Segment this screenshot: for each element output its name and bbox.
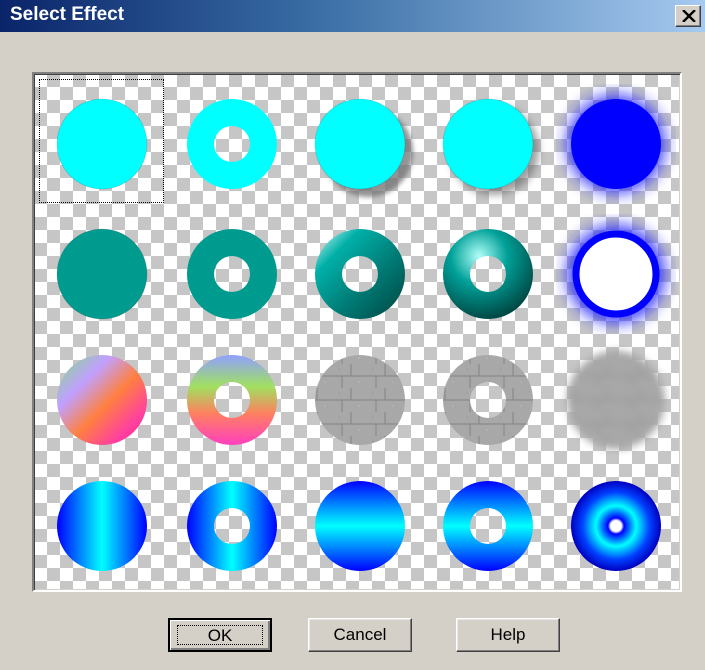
circle-swatch xyxy=(57,355,147,445)
effect-option[interactable] xyxy=(300,466,420,586)
help-button[interactable]: Help xyxy=(456,618,560,652)
circle-swatch xyxy=(315,355,405,445)
help-button-label: Help xyxy=(490,625,526,644)
close-button[interactable] xyxy=(675,5,701,27)
effect-option[interactable] xyxy=(428,84,548,204)
ring-swatch xyxy=(315,229,405,319)
close-icon xyxy=(682,10,696,22)
effect-option[interactable] xyxy=(172,214,292,334)
ring-swatch xyxy=(187,99,277,189)
effect-option[interactable] xyxy=(42,466,162,586)
select-effect-dialog: Select Effect OK Cancel Help xyxy=(0,0,705,670)
circle-swatch xyxy=(314,98,413,197)
effect-option[interactable] xyxy=(556,84,676,204)
effect-option[interactable] xyxy=(556,214,676,334)
circle-swatch xyxy=(567,95,665,193)
effect-option[interactable] xyxy=(300,340,420,460)
effect-option[interactable] xyxy=(300,214,420,334)
ring-swatch xyxy=(443,355,533,445)
effect-option[interactable] xyxy=(428,214,548,334)
effect-grid xyxy=(32,72,682,592)
ring-swatch xyxy=(443,481,533,571)
effect-option[interactable] xyxy=(172,84,292,204)
circle-swatch xyxy=(315,481,405,571)
window-title: Select Effect xyxy=(10,4,125,25)
circle-swatch xyxy=(442,98,539,195)
circle-swatch xyxy=(567,351,665,449)
effect-option[interactable] xyxy=(42,84,162,204)
ring-swatch xyxy=(187,229,277,319)
ok-button[interactable]: OK xyxy=(168,618,272,652)
effect-option[interactable] xyxy=(556,466,676,586)
effect-option[interactable] xyxy=(428,340,548,460)
effect-option[interactable] xyxy=(172,340,292,460)
circle-swatch xyxy=(56,98,148,190)
ring-swatch xyxy=(187,481,277,571)
effect-option[interactable] xyxy=(42,340,162,460)
effect-option[interactable] xyxy=(42,214,162,334)
ring-swatch xyxy=(567,225,665,323)
circle-swatch xyxy=(571,481,661,571)
cancel-button-label: Cancel xyxy=(333,625,387,644)
title-bar[interactable]: Select Effect xyxy=(0,0,705,32)
ok-button-label: OK xyxy=(207,626,233,645)
circle-swatch xyxy=(57,481,147,571)
ring-swatch xyxy=(443,229,533,319)
effect-option[interactable] xyxy=(428,466,548,586)
cancel-button[interactable]: Cancel xyxy=(308,618,412,652)
effect-option[interactable] xyxy=(172,466,292,586)
effect-option[interactable] xyxy=(300,84,420,204)
ring-swatch xyxy=(187,355,277,445)
effect-option[interactable] xyxy=(556,340,676,460)
circle-swatch xyxy=(56,228,148,320)
